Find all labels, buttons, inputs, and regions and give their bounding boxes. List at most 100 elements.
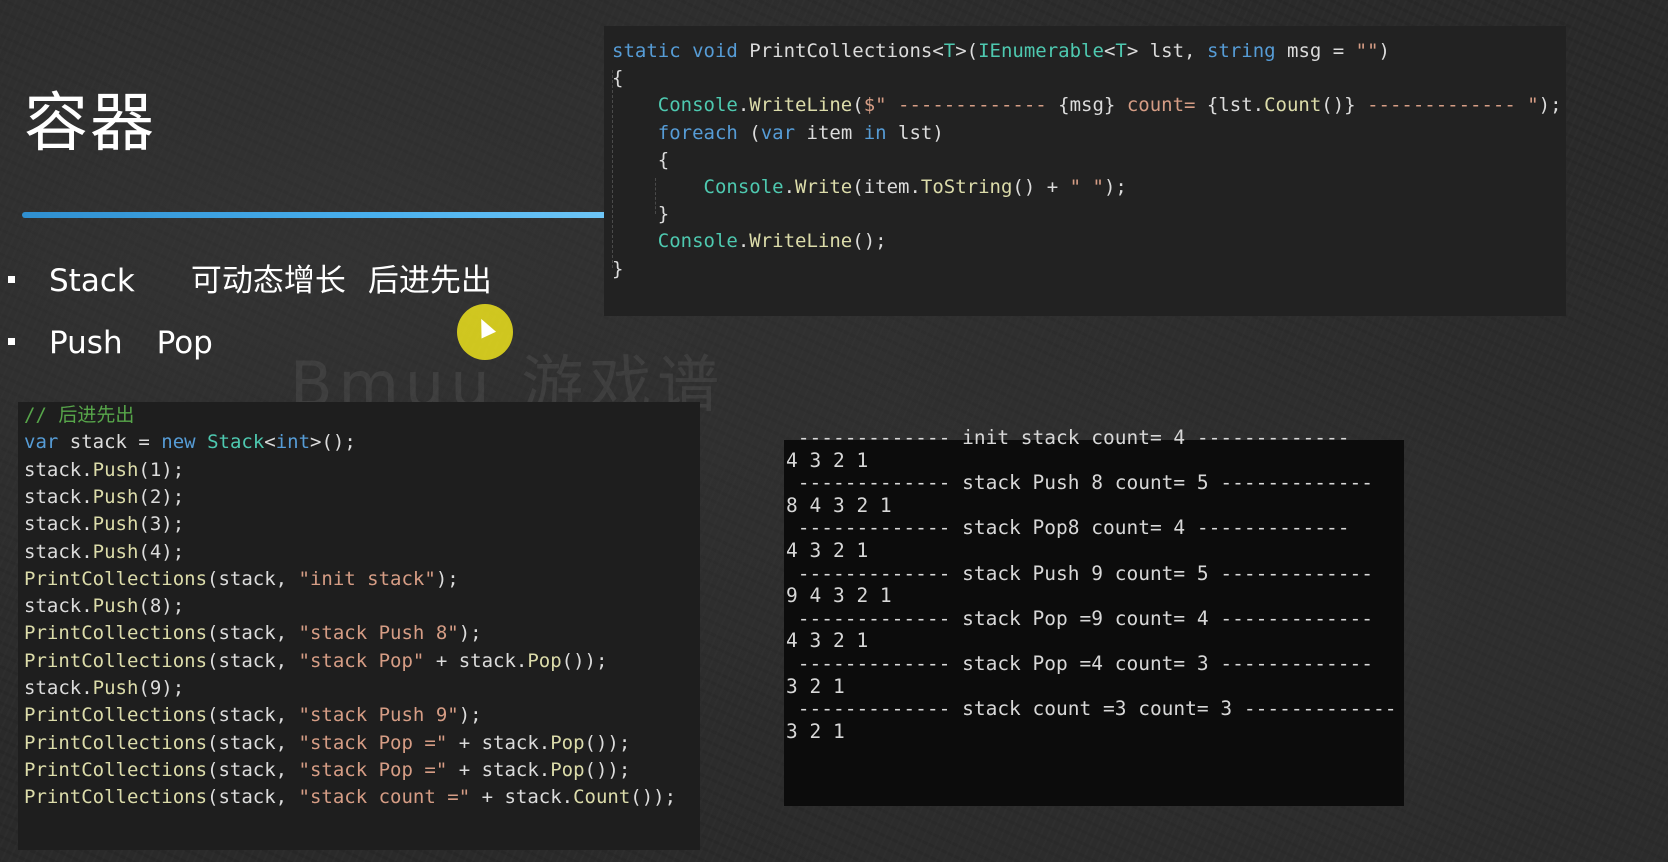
code-token: (stack, (207, 622, 299, 645)
code-line: PrintCollections(stack, "stack Push 8"); (24, 620, 482, 646)
code-token: Push (92, 595, 139, 618)
code-token: (stack, (207, 704, 299, 727)
code-token: stack. (24, 595, 93, 618)
code-line: static void PrintCollections<T>(IEnumera… (612, 38, 1390, 64)
code-panel-print-collections: static void PrintCollections<T>(IEnumera… (604, 26, 1566, 316)
code-token: (4); (138, 540, 185, 563)
console-line: 8 4 3 2 1 (786, 493, 892, 517)
console-line: 3 2 1 (786, 674, 845, 698)
code-token: () + (1012, 176, 1070, 198)
code-token: "stack Push 8" (298, 622, 459, 645)
code-token: "init stack" (298, 567, 436, 590)
code-token: PrintCollections (24, 758, 208, 781)
code-line: PrintCollections(stack, "stack Pop =" + … (24, 757, 630, 783)
code-token: (); (852, 230, 887, 253)
bullet-term: Push (49, 325, 123, 361)
code-token: stack. (24, 540, 93, 563)
code-token: int (275, 431, 311, 454)
code-token: string (1206, 40, 1276, 62)
code-token: (stack, (207, 649, 299, 672)
code-token: + stack. (447, 731, 551, 754)
code-token: ); (1538, 94, 1562, 117)
code-token: Push (92, 485, 139, 508)
code-line: PrintCollections(stack, "stack count =" … (24, 784, 676, 810)
code-line: stack.Push(9); (24, 675, 184, 701)
code-token: stack. (24, 513, 93, 536)
console-line: ------------- stack Pop =9 count= 4 ----… (786, 606, 1373, 630)
code-token: Pop (550, 731, 585, 754)
code-line: PrintCollections(stack, "stack Push 9"); (24, 702, 482, 728)
code-token: (3); (138, 513, 185, 536)
code-line: PrintCollections(stack, "init stack"); (24, 566, 459, 592)
bullet-desc: 后进先出 (367, 263, 492, 299)
code-token: WriteLine (749, 94, 853, 117)
code-token: Pop (550, 758, 585, 781)
code-token: PrintCollections (24, 622, 208, 645)
code-line: var stack = new Stack<int>(); (24, 429, 356, 455)
code-token: ()); (561, 649, 608, 672)
code-token: < (264, 431, 276, 454)
code-token: stack. (24, 485, 93, 508)
code-token: ()} (1321, 94, 1356, 117)
slide-title: 容器 (24, 87, 156, 161)
code-token: (stack, (207, 758, 299, 781)
code-token: {msg} (1058, 94, 1116, 117)
code-token: Console (657, 230, 738, 253)
code-token: Push (92, 540, 139, 563)
code-token: . (783, 176, 796, 198)
code-token: T (1115, 40, 1127, 62)
code-line: Console.WriteLine(); (612, 228, 887, 254)
code-token: PrintCollections (24, 704, 208, 727)
code-token: Console (703, 176, 784, 198)
code-token: (8); (138, 595, 185, 618)
code-token: Pop (527, 649, 562, 672)
code-token: (9); (138, 677, 185, 699)
code-line: foreach (var item in lst) (612, 120, 944, 146)
code-token: var (24, 431, 59, 454)
code-token: {lst. (1206, 94, 1265, 117)
code-token: "stack Pop" (298, 649, 425, 672)
code-token: void (692, 40, 738, 62)
code-token: // 后进先出 (24, 404, 135, 426)
code-line: Console.Write(item.ToString() + " "); (612, 174, 1127, 200)
code-token: Write (795, 176, 853, 198)
code-token: ); (458, 622, 482, 645)
bullet-push-pop: Push Pop (8, 325, 213, 361)
code-token: Stack (207, 431, 265, 454)
code-token: WriteLine (749, 230, 853, 253)
code-token: (stack, (207, 731, 299, 754)
code-line: } (612, 256, 623, 282)
console-line: ------------- stack Pop =4 count= 3 ----… (786, 652, 1373, 675)
code-token: Push (92, 677, 139, 699)
code-token: PrintCollections (24, 731, 208, 754)
mouse-pointer-icon (473, 315, 497, 339)
console-line: 4 3 2 1 (786, 539, 869, 562)
code-token: + stack. (447, 758, 551, 781)
cursor-highlight (457, 304, 513, 360)
code-token: "stack Pop =" (298, 731, 448, 754)
code-token: < (1103, 40, 1116, 62)
code-token: new (161, 431, 196, 454)
code-line: Console.WriteLine($" ------------- {msg}… (612, 92, 1562, 118)
code-token: IEnumerable (978, 40, 1104, 62)
code-token: ToString (920, 176, 1013, 198)
code-token: count= (1115, 94, 1207, 117)
code-token: (2); (138, 485, 185, 508)
code-token: . (737, 94, 750, 117)
code-token: stack = (58, 431, 162, 454)
code-token: Count (1264, 94, 1322, 117)
console-line: ------------- stack Push 8 count= 5 ----… (786, 471, 1373, 495)
code-token: "" (1355, 40, 1379, 62)
code-token: PrintCollections (24, 649, 208, 672)
bullet-dot (8, 338, 15, 345)
code-token: "stack Pop =" (298, 758, 448, 781)
code-token: (stack, (207, 567, 299, 590)
code-panel-stack-demo: // 后进先出 var stack = new Stack<int>(); stac… (18, 402, 700, 850)
code-token: { (612, 67, 624, 90)
code-token: Push (92, 458, 139, 481)
bullet-stack: Stack 可动态增长 后进先出 (8, 255, 492, 300)
code-token: in (863, 121, 887, 144)
